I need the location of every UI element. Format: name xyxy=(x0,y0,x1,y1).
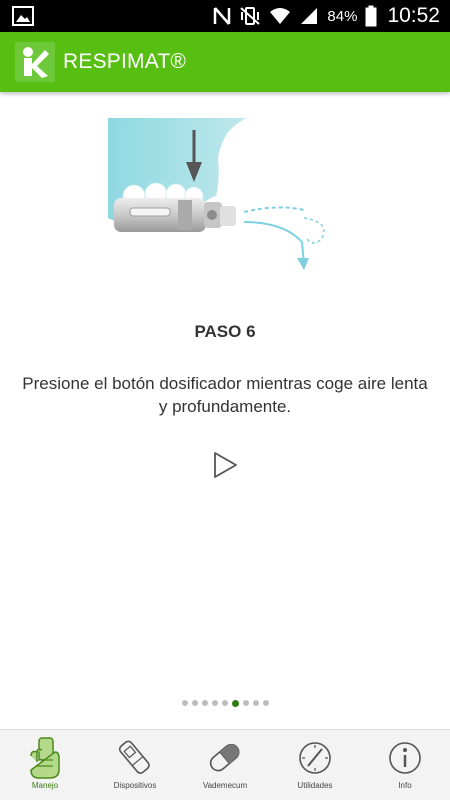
info-icon xyxy=(389,742,421,774)
status-bar: 84% 10:52 xyxy=(0,0,450,32)
wifi-icon xyxy=(270,8,291,24)
status-icons: 84% 10:52 xyxy=(213,0,440,32)
page-indicator xyxy=(0,699,450,710)
app-bar: RESPIMAT® xyxy=(0,32,450,92)
nfc-icon xyxy=(214,7,231,25)
page-dot xyxy=(242,700,249,706)
inhaler-device-icon xyxy=(118,740,150,774)
step-instruction: Presione el botón dosificador mientras c… xyxy=(22,374,428,416)
nav-label: Dispositivos xyxy=(113,781,157,790)
capsule-icon xyxy=(209,743,240,772)
nav-label: Info xyxy=(398,781,412,790)
nav-item-dispositivos[interactable]: Dispositivos xyxy=(90,730,180,800)
bottom-navigation: Manejo Dispositivos Vademecum Utilidades… xyxy=(0,729,450,800)
page-dot xyxy=(181,700,188,706)
page-dot xyxy=(262,700,269,706)
nav-item-manejo[interactable]: Manejo xyxy=(0,730,90,800)
page-dot xyxy=(211,700,218,706)
battery-icon xyxy=(365,5,377,27)
play-icon[interactable] xyxy=(208,448,242,482)
app-logo-icon xyxy=(15,42,55,82)
nav-label: Manejo xyxy=(31,781,59,790)
page-dot xyxy=(191,700,198,706)
signal-icon xyxy=(301,8,318,24)
nav-label: Utilidades xyxy=(297,781,333,790)
clock: 10:52 xyxy=(387,4,440,27)
respimat-inhaler-illustration xyxy=(108,118,342,294)
battery-percent: 84% xyxy=(327,7,358,25)
vibrate-icon xyxy=(240,7,261,25)
page-dot xyxy=(252,700,259,706)
nav-label: Vademecum xyxy=(202,781,248,790)
nav-item-info[interactable]: Info xyxy=(360,730,450,800)
page-dot-active xyxy=(231,699,239,707)
gallery-icon xyxy=(12,6,34,26)
app-title: RESPIMAT® xyxy=(63,50,187,73)
step-title: PASO 6 xyxy=(194,322,256,341)
gauge-icon xyxy=(299,742,331,774)
hand-inhaler-icon xyxy=(30,737,60,779)
nav-item-utilidades[interactable]: Utilidades xyxy=(270,730,360,800)
page-dot xyxy=(221,700,228,706)
page-dot xyxy=(201,700,208,706)
nav-item-vademecum[interactable]: Vademecum xyxy=(180,730,270,800)
